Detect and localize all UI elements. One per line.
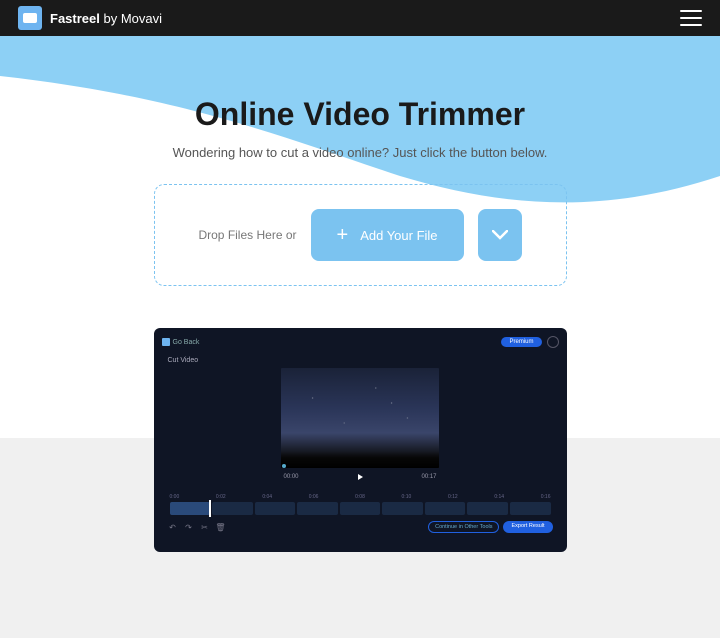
clip[interactable]: [467, 502, 508, 515]
premium-button[interactable]: Premium: [501, 337, 541, 347]
progress-dot[interactable]: [282, 464, 286, 468]
play-icon[interactable]: [358, 474, 363, 480]
page-title: Online Video Trimmer: [0, 96, 720, 133]
cut-icon[interactable]: ✂: [200, 522, 210, 532]
drop-text: Drop Files Here or: [198, 228, 296, 242]
brand-text: Fastreel by Movavi: [50, 11, 162, 26]
playback-bar: 00:00 00:17: [162, 474, 559, 480]
tick-label: 0:10: [402, 494, 412, 500]
clip[interactable]: [255, 502, 296, 515]
editor-preview: Go Back Premium Cut Video 00:00 00:17 0:…: [154, 328, 567, 552]
clip[interactable]: [382, 502, 423, 515]
preview-header: Go Back Premium: [162, 335, 559, 349]
app-preview-section: Go Back Premium Cut Video 00:00 00:17 0:…: [0, 328, 720, 552]
tick-label: 0:08: [355, 494, 365, 500]
undo-icon[interactable]: ↶: [168, 522, 178, 532]
logo-icon: [18, 6, 42, 30]
tick-label: 0:16: [541, 494, 551, 500]
top-header: Fastreel by Movavi: [0, 0, 720, 36]
add-file-button[interactable]: + Add Your File: [311, 209, 464, 261]
delete-icon[interactable]: 🗑: [216, 522, 226, 532]
tick-label: 0:14: [494, 494, 504, 500]
time-end: 00:17: [421, 474, 436, 480]
tick-label: 0:02: [216, 494, 226, 500]
timeline: 0:00 0:02 0:04 0:06 0:08 0:10 0:12 0:14 0:16: [162, 494, 559, 515]
timeline-clips[interactable]: [170, 502, 551, 515]
tick-label: 0:00: [170, 494, 180, 500]
plus-icon: +: [337, 225, 349, 245]
menu-icon[interactable]: [680, 10, 702, 26]
clip[interactable]: [297, 502, 338, 515]
clip[interactable]: [425, 502, 466, 515]
add-file-dropdown-button[interactable]: [478, 209, 522, 261]
main-content: Online Video Trimmer Wondering how to cu…: [0, 36, 720, 552]
preview-bottom-row: ↶ ↷ ✂ 🗑 Continue in Other Tools Export R…: [162, 521, 559, 533]
clip[interactable]: [340, 502, 381, 515]
add-file-label: Add Your File: [360, 228, 437, 243]
upload-dropzone[interactable]: Drop Files Here or + Add Your File: [154, 184, 567, 286]
timeline-ticks: 0:00 0:02 0:04 0:06 0:08 0:10 0:12 0:14 0:16: [170, 494, 551, 500]
cut-video-label: Cut Video: [168, 357, 559, 364]
back-logo-icon: [162, 338, 170, 346]
chevron-down-icon: [492, 230, 508, 240]
clip[interactable]: [510, 502, 551, 515]
page-subtitle: Wondering how to cut a video online? Jus…: [0, 145, 720, 160]
export-button[interactable]: Export Result: [503, 521, 552, 533]
redo-icon[interactable]: ↷: [184, 522, 194, 532]
video-preview[interactable]: [281, 368, 439, 468]
brand[interactable]: Fastreel by Movavi: [18, 6, 162, 30]
clip[interactable]: [212, 502, 253, 515]
avatar-icon[interactable]: [547, 336, 559, 348]
tick-label: 0:06: [309, 494, 319, 500]
clip[interactable]: [170, 502, 211, 515]
tick-label: 0:12: [448, 494, 458, 500]
tick-label: 0:04: [262, 494, 272, 500]
continue-button[interactable]: Continue in Other Tools: [428, 521, 499, 533]
time-start: 00:00: [284, 474, 299, 480]
tool-icons: ↶ ↷ ✂ 🗑: [168, 522, 226, 532]
go-back-link[interactable]: Go Back: [162, 338, 200, 346]
